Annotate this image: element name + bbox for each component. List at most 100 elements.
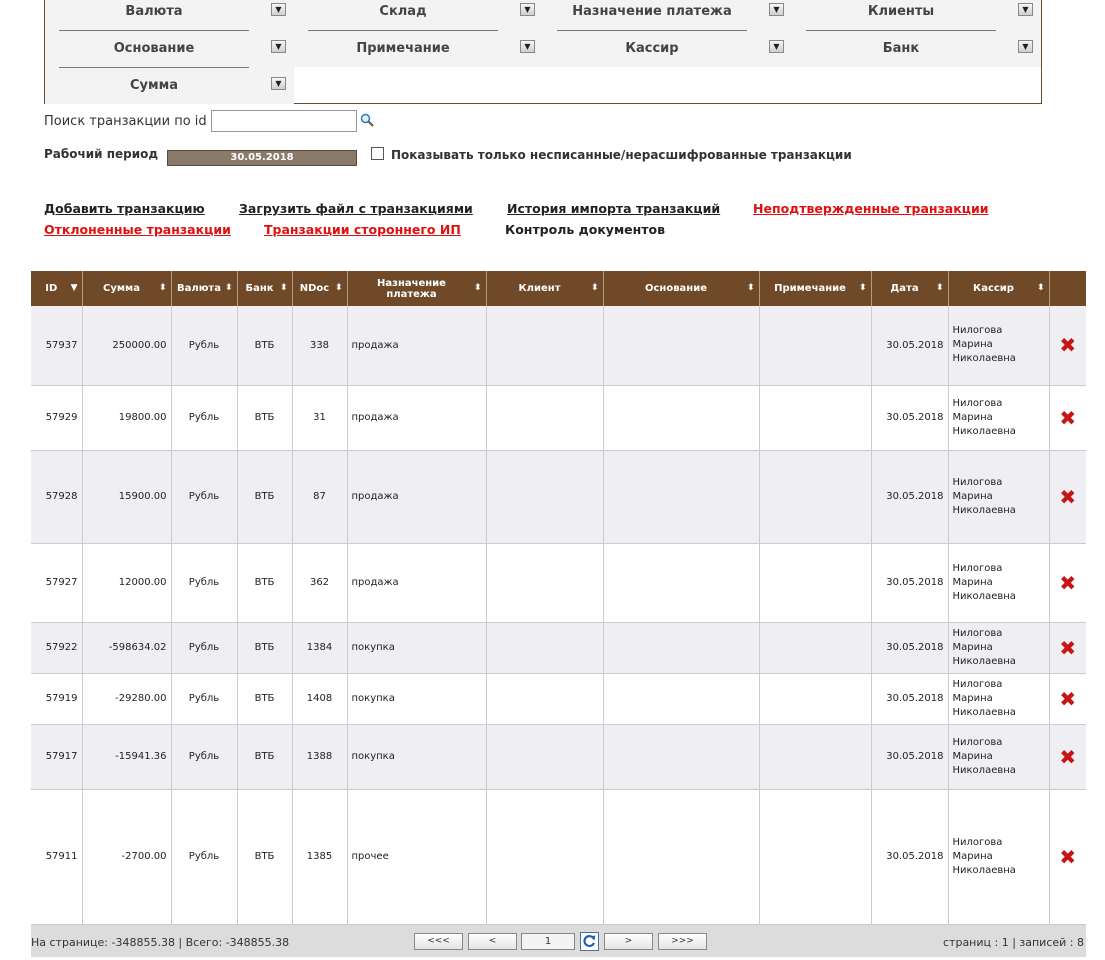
cashier-name-part: Марина xyxy=(952,339,993,351)
filter-note[interactable]: Примечание ▼ xyxy=(294,30,543,67)
cashier-name-part: Нилогова xyxy=(952,736,1003,748)
cell-cashier: Нилогова Марина Николаевна xyxy=(948,450,1050,544)
cell-sum: 12000.00 xyxy=(82,543,172,623)
filter-cashier[interactable]: Кассир ▼ xyxy=(543,30,792,67)
filter-currency[interactable]: Валюта ▼ xyxy=(45,0,294,30)
divider xyxy=(806,30,996,31)
delete-icon[interactable]: ✖ xyxy=(1059,636,1076,660)
column-header-note[interactable]: Примечание ⬍ xyxy=(759,271,872,306)
delete-icon[interactable]: ✖ xyxy=(1059,406,1076,430)
column-header-purpose[interactable]: Назначение платежа ⬍ xyxy=(347,271,487,306)
cell-note xyxy=(759,724,872,790)
refresh-icon[interactable] xyxy=(580,932,599,951)
cell-note xyxy=(759,789,872,925)
import-history-link[interactable]: История импорта транзакций xyxy=(507,201,720,216)
cell-purpose: прочее xyxy=(347,789,487,925)
dropdown-arrow-icon[interactable]: ▼ xyxy=(769,3,784,16)
dropdown-arrow-icon[interactable]: ▼ xyxy=(769,40,784,53)
dropdown-arrow-icon[interactable]: ▼ xyxy=(271,3,286,16)
column-header-id[interactable]: ID ▼ xyxy=(31,271,83,306)
prev-page-button[interactable]: < xyxy=(468,933,517,950)
filter-sum[interactable]: Сумма ▼ xyxy=(45,67,294,104)
show-only-checkbox[interactable] xyxy=(371,147,384,160)
cell-id: 57929 xyxy=(31,385,83,451)
table-row[interactable]: 57928 15900.00 Рубль ВТБ 87 продажа 30.05.2018… xyxy=(31,450,1086,544)
dropdown-arrow-icon[interactable]: ▼ xyxy=(1018,3,1033,16)
delete-icon[interactable]: ✖ xyxy=(1059,845,1076,869)
cashier-name-part: Николаевна xyxy=(952,706,1016,718)
column-header-date[interactable]: Дата ⬍ xyxy=(871,271,949,306)
divider xyxy=(59,30,249,31)
table-row[interactable]: 57919 -29280.00 Рубль ВТБ 1408 покупка 30.05.2… xyxy=(31,673,1086,725)
column-header-ndoc[interactable]: NDoc ⬍ xyxy=(292,271,348,306)
cell-basis xyxy=(603,450,760,544)
cashier-name-part: Николаевна xyxy=(952,864,1016,876)
page-number-input[interactable]: 1 xyxy=(521,933,575,950)
column-header-basis[interactable]: Основание ⬍ xyxy=(603,271,760,306)
filter-label: Склад xyxy=(379,4,427,19)
filter-basis[interactable]: Основание ▼ xyxy=(45,30,294,67)
table-row[interactable]: 57917 -15941.36 Рубль ВТБ 1388 покупка 30.05.2… xyxy=(31,724,1086,790)
dropdown-arrow-icon[interactable]: ▼ xyxy=(520,3,535,16)
rejected-transactions-link[interactable]: Отклоненные транзакции xyxy=(44,222,231,237)
cell-basis xyxy=(603,673,760,725)
table-row[interactable]: 57929 19800.00 Рубль ВТБ 31 продажа 30.05.2018… xyxy=(31,385,1086,451)
cashier-name-part: Нилогова xyxy=(952,325,1003,337)
table-row[interactable]: 57922 -598634.02 Рубль ВТБ 1384 покупка 30.05.… xyxy=(31,622,1086,674)
column-header-currency[interactable]: Валюта ⬍ xyxy=(171,271,238,306)
column-title: Назначение платежа xyxy=(377,277,446,300)
cell-cashier: Нилогова Марина Николаевна xyxy=(948,622,1050,674)
delete-icon[interactable]: ✖ xyxy=(1059,745,1076,769)
column-header-sum[interactable]: Сумма ⬍ xyxy=(82,271,172,306)
table-row[interactable]: 57937 250000.00 Рубль ВТБ 338 продажа 30.05.20… xyxy=(31,306,1086,386)
period-date-field[interactable]: 30.05.2018 xyxy=(167,150,357,166)
delete-icon[interactable]: ✖ xyxy=(1059,485,1076,509)
cell-bank: ВТБ xyxy=(237,450,293,544)
delete-icon[interactable]: ✖ xyxy=(1059,687,1076,711)
cell-purpose: покупка xyxy=(347,622,487,674)
cell-cashier: Нилогова Марина Николаевна xyxy=(948,385,1050,451)
filter-label: Назначение платежа xyxy=(572,4,732,19)
sort-icon: ⬍ xyxy=(590,283,599,293)
cashier-name-part: Марина xyxy=(952,850,993,862)
add-transaction-link[interactable]: Добавить транзакцию xyxy=(44,201,205,216)
first-page-button[interactable]: <<< xyxy=(414,933,463,950)
dropdown-arrow-icon[interactable]: ▼ xyxy=(271,40,286,53)
dropdown-arrow-icon[interactable]: ▼ xyxy=(271,77,286,90)
cell-id: 57937 xyxy=(31,306,83,386)
cell-client xyxy=(486,543,604,623)
cell-bank: ВТБ xyxy=(237,622,293,674)
cell-currency: Рубль xyxy=(171,673,238,725)
delete-icon[interactable]: ✖ xyxy=(1059,571,1076,595)
dropdown-arrow-icon[interactable]: ▼ xyxy=(1018,40,1033,53)
column-header-client[interactable]: Клиент ⬍ xyxy=(486,271,604,306)
column-title: Валюта xyxy=(177,283,221,294)
sort-icon: ⬍ xyxy=(279,283,288,293)
table-row[interactable]: 57927 12000.00 Рубль ВТБ 362 продажа 30.05.201… xyxy=(31,543,1086,623)
cell-ndoc: 1408 xyxy=(292,673,348,725)
magnifier-icon[interactable] xyxy=(360,113,374,127)
filter-clients[interactable]: Клиенты ▼ xyxy=(792,0,1041,30)
unconfirmed-transactions-link[interactable]: Неподтвержденные транзакции xyxy=(753,201,989,216)
table-header-row: ID ▼ Сумма ⬍ Валюта ⬍ Банк ⬍ NDoc ⬍ Назначени… xyxy=(31,271,1086,306)
next-page-button[interactable]: > xyxy=(604,933,653,950)
cell-actions: ✖ xyxy=(1049,450,1086,544)
delete-icon[interactable]: ✖ xyxy=(1059,333,1076,357)
filter-payment-purpose[interactable]: Назначение платежа ▼ xyxy=(543,0,792,30)
column-header-cashier[interactable]: Кассир ⬍ xyxy=(948,271,1050,306)
search-input[interactable] xyxy=(211,110,357,132)
last-page-button[interactable]: >>> xyxy=(658,933,707,950)
divider xyxy=(59,67,249,68)
column-header-bank[interactable]: Банк ⬍ xyxy=(237,271,293,306)
filter-label: Сумма xyxy=(129,78,179,93)
table-row[interactable]: 57911 -2700.00 Рубль ВТБ 1385 прочее 30.05.201… xyxy=(31,789,1086,925)
filter-label: Клиенты xyxy=(867,4,935,19)
third-party-transactions-link[interactable]: Транзакции стороннего ИП xyxy=(264,222,461,237)
documents-control-link[interactable]: Контроль документов xyxy=(505,222,665,237)
dropdown-arrow-icon[interactable]: ▼ xyxy=(520,40,535,53)
sort-desc-icon: ▼ xyxy=(70,283,78,293)
search-label: Поиск транзакции по id xyxy=(44,114,207,129)
filter-warehouse[interactable]: Склад ▼ xyxy=(294,0,543,30)
upload-file-link[interactable]: Загрузить файл с транзакциями xyxy=(239,201,473,216)
filter-bank[interactable]: Банк ▼ xyxy=(792,30,1041,67)
